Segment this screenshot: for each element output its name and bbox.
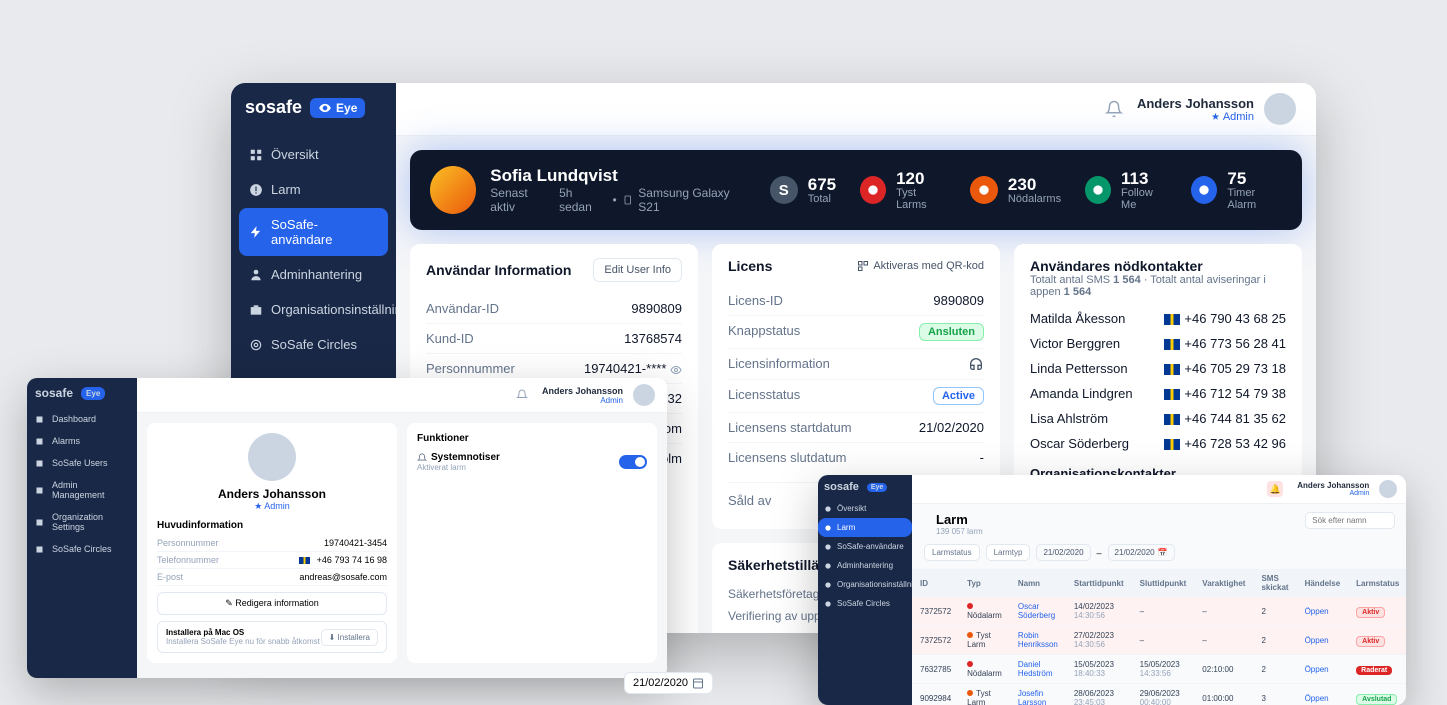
date-from[interactable]: 21/02/2020 [1036,544,1090,561]
contact-row: Amanda Lindgren+46 712 54 79 38 [1030,381,1286,406]
stat-nödalarms: 230Nödalarms [970,170,1061,211]
topbar-user-role: Admin [1137,111,1254,123]
profile-window: sosafe Eye DashboardAlarmsSoSafe UsersAd… [27,378,667,678]
eye-badge: Eye [310,98,365,118]
contact-row: Lisa Ahlström+46 744 81 35 62 [1030,406,1286,431]
contact-row: Oscar Söderberg+46 728 53 42 96 [1030,431,1286,456]
sidebar-item-sosafe-circles[interactable]: SoSafe Circles [239,328,388,361]
stat-total: S675Total [770,170,836,211]
alarm-indicator-icon[interactable]: 🔔 [1267,481,1283,497]
stat-tyst-larms: 120Tyst Larms [860,170,946,211]
contact-row: Matilda Åkesson+46 790 43 68 25 [1030,306,1286,331]
sidebar-item[interactable]: SoSafe Circles [27,538,137,560]
contact-row: Victor Berggren+46 773 56 28 41 [1030,331,1286,356]
table-row[interactable]: 7372572NödalarmOscar Söderberg14/02/2023… [912,597,1406,626]
notifications-toggle[interactable] [619,455,647,469]
table-row[interactable]: 9092984Tyst LarmJosefin Larsson28/06/202… [912,684,1406,705]
table-row[interactable]: 7632785NödalarmDaniel Hedström15/05/2023… [912,655,1406,684]
contacts-summary: Totalt antal SMS 1 564 · Totalt antal av… [1030,274,1286,298]
edit-info-button[interactable]: ✎ Redigera information [157,592,387,615]
search-input[interactable] [1305,512,1395,529]
sidebar-item[interactable]: SoSafe-användare [818,537,912,556]
sidebar-item[interactable]: SoSafe Users [27,452,137,474]
sidebar: sosafe Eye ÖversiktLarmSoSafe-användareA… [818,475,912,705]
calendar-icon [692,677,704,689]
table-row[interactable]: 7372572Tyst LarmRobin Henriksson27/02/20… [912,626,1406,655]
hero-avatar [430,166,476,214]
sidebar-item-larm[interactable]: Larm [239,173,388,206]
sidebar-item[interactable]: Larm [818,518,912,537]
license-row: Licensens startdatum21/02/2020 [728,413,984,443]
topbar-user-name: Anders Johansson [1137,96,1254,111]
license-row: LicensstatusActive [728,380,984,413]
sidebar-item-adminhantering[interactable]: Adminhantering [239,258,388,291]
sidebar: sosafe Eye DashboardAlarmsSoSafe UsersAd… [27,378,137,678]
info-row: Kund-ID13768574 [426,324,682,354]
brand-text: sosafe [245,97,302,118]
sidebar-item-sosafe-anv-ndare[interactable]: SoSafe-användare [239,208,388,256]
sidebar-item[interactable]: Dashboard [27,408,137,430]
sidebar-item[interactable]: Alarms [27,430,137,452]
license-row: Licensinformation [728,349,984,380]
avatar [1264,93,1296,125]
install-button[interactable]: ⬇ Installera [321,629,378,646]
sidebar-item[interactable]: Adminhantering [818,556,912,575]
hero-name: Sofia Lundqvist [490,166,749,186]
sidebar-item[interactable]: Admin Management [27,474,137,506]
alarms-table: IDTypNamnStarttidpunktSluttidpunktVarakt… [912,569,1406,705]
eye-icon [318,101,332,115]
qr-activate-link[interactable]: Aktiveras med QR-kod [857,260,984,272]
user-hero-bar: Sofia Lundqvist Senast aktiv 5h sedan • … [410,150,1302,230]
contact-row: Linda Pettersson+46 705 29 73 18 [1030,356,1286,381]
headset-icon [968,356,984,372]
install-card: Installera på Mac OS Installera SoSafe E… [157,621,387,653]
sidebar-item[interactable]: Organisationsinställning [818,575,912,594]
info-row: Användar-ID9890809 [426,294,682,324]
card-title: Licens [728,258,772,274]
topbar: Anders Johansson Admin [396,83,1316,136]
user-menu[interactable]: Anders Johansson Admin [542,384,655,406]
bell-icon[interactable] [516,389,528,401]
user-menu[interactable]: Anders Johansson Admin [1137,93,1296,125]
sidebar-item[interactable]: Översikt [818,499,912,518]
filter-status[interactable]: Larmstatus [924,544,980,561]
stat-timer-alarm: 75Timer Alarm [1191,170,1282,211]
avatar [1379,480,1397,498]
card-title: Användar Information [426,262,571,278]
hero-subtitle: Senast aktiv 5h sedan • Samsung Galaxy S… [490,186,749,214]
edit-user-button[interactable]: Edit User Info [593,258,682,282]
date-to[interactable]: 21/02/2020 📅 [1108,544,1175,561]
avatar [248,433,296,481]
sidebar-item--versikt[interactable]: Översikt [239,138,388,171]
functions-card: Funktioner Systemnotiser Aktiverat larm [407,423,657,663]
profile-card: Anders Johansson ★ Admin Huvudinformatio… [147,423,397,663]
logo: sosafe Eye [231,83,396,138]
sidebar-item[interactable]: SoSafe Circles [818,594,912,613]
stat-follow-me: 113Follow Me [1085,170,1167,211]
user-menu[interactable]: Anders Johansson Admin [1297,480,1397,498]
sidebar-nav: ÖversiktLarmSoSafe-användareAdminhanteri… [231,138,396,361]
sidebar-item-organisationsinst-llninga[interactable]: Organisationsinställninga [239,293,388,326]
license-row: Licensens slutdatum- [728,443,984,472]
filter-type[interactable]: Larmtyp [986,544,1031,561]
sidebar-item[interactable]: Organization Settings [27,506,137,538]
alarms-window: sosafe Eye ÖversiktLarmSoSafe-användareA… [818,475,1406,705]
license-row: Licens-ID9890809 [728,286,984,316]
avatar [633,384,655,406]
bell-icon[interactable] [1105,100,1123,118]
floating-date-chip: 21/02/2020 [624,672,713,694]
license-row: KnappstatusAnsluten [728,316,984,349]
